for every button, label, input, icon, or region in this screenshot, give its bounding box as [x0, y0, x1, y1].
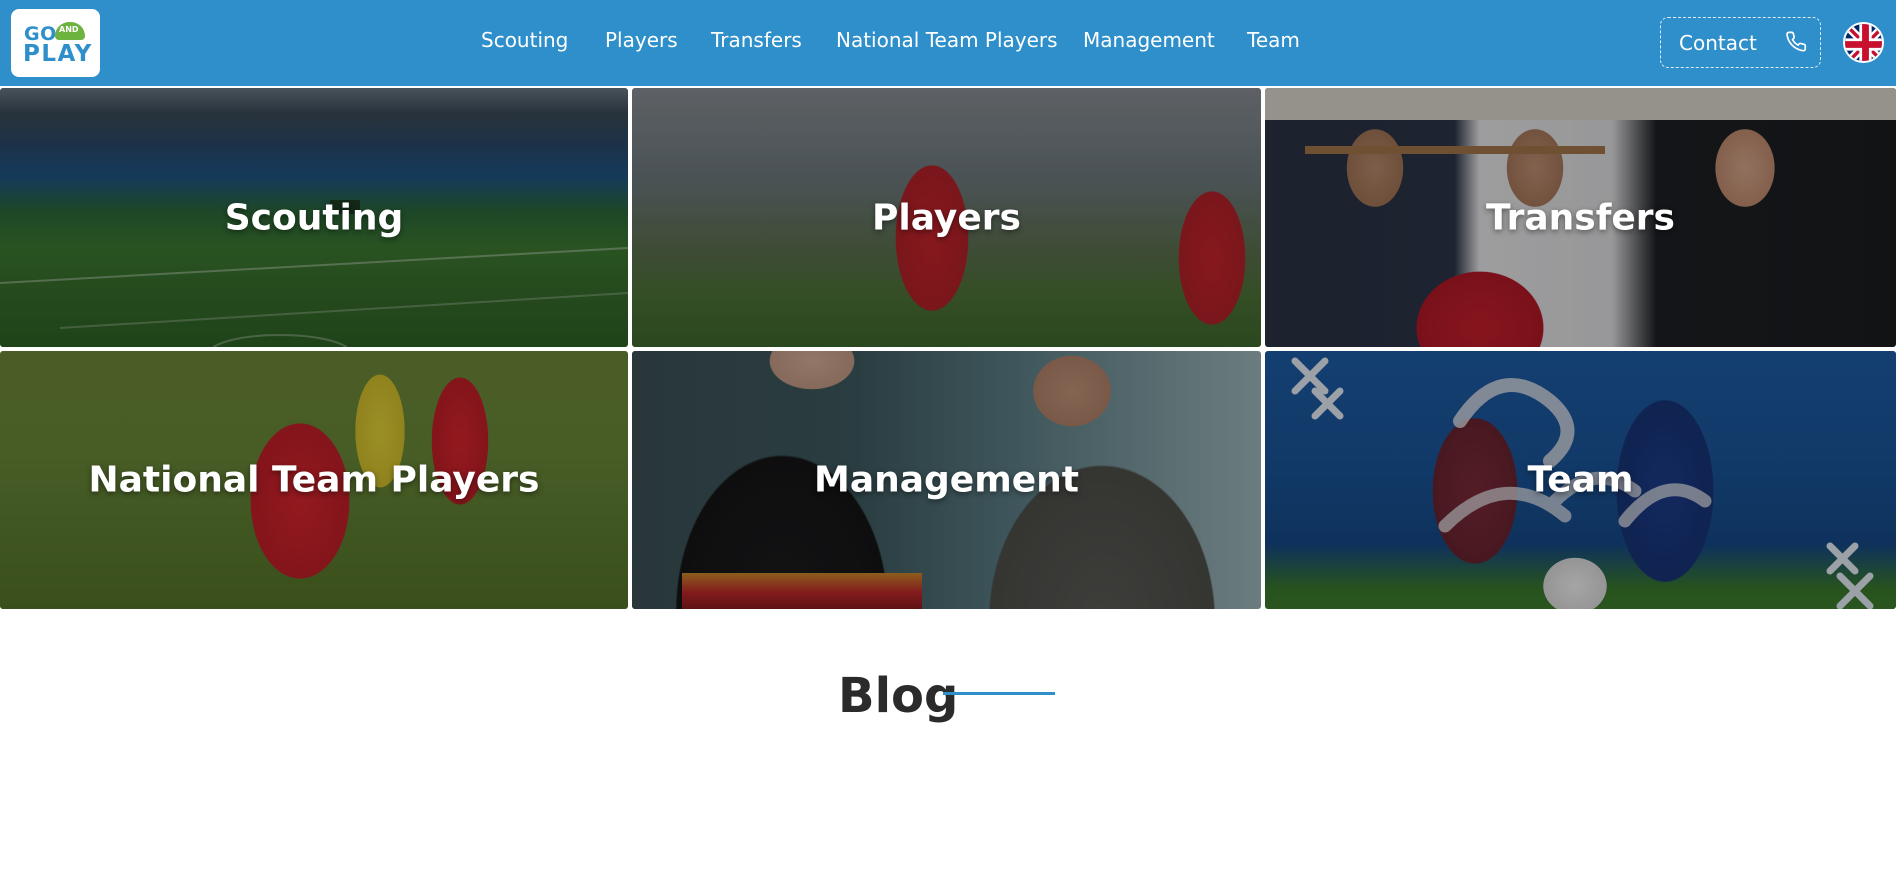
- tile-title: Scouting: [224, 197, 404, 238]
- contact-button-label: Contact: [1679, 31, 1757, 55]
- blog-heading: Blog: [838, 668, 959, 724]
- site-header: GO AND PLAY Scouting Players Transfers N…: [0, 0, 1896, 86]
- nav-management[interactable]: Management: [1083, 28, 1215, 52]
- phone-icon: [1786, 31, 1807, 52]
- tile-team[interactable]: Team: [1265, 351, 1896, 609]
- tile-title: Players: [872, 197, 1021, 238]
- tile-title: Transfers: [1486, 197, 1675, 238]
- nav-transfers[interactable]: Transfers: [711, 28, 802, 52]
- tile-players[interactable]: Players: [632, 88, 1261, 347]
- tile-management[interactable]: Management: [632, 351, 1261, 609]
- blog-heading-underline: [943, 692, 1055, 695]
- tile-national-team-players[interactable]: National Team Players: [0, 351, 628, 609]
- tile-transfers[interactable]: Transfers: [1265, 88, 1896, 347]
- tile-title: National Team Players: [88, 459, 540, 501]
- main-nav: Scouting Players Transfers National Team…: [0, 0, 1896, 86]
- tile-scouting[interactable]: Scouting: [0, 88, 628, 347]
- tile-title: Team: [1527, 459, 1634, 501]
- nav-national-team-players[interactable]: National Team Players: [836, 28, 1058, 52]
- contact-button[interactable]: Contact: [1660, 17, 1821, 68]
- nav-players[interactable]: Players: [605, 28, 678, 52]
- tile-title: Management: [814, 459, 1079, 501]
- language-flag-icon[interactable]: [1843, 22, 1884, 63]
- nav-scouting[interactable]: Scouting: [481, 28, 568, 52]
- nav-team[interactable]: Team: [1247, 28, 1300, 52]
